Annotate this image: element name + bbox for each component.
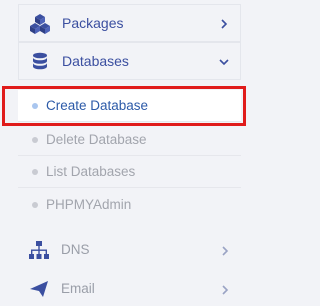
sidebar-item-databases[interactable]: Databases: [18, 42, 241, 80]
chevron-down-icon: [218, 55, 230, 67]
bullet-icon: [32, 137, 38, 143]
sidebar-item-label: DNS: [61, 242, 90, 257]
submenu-item-label: PHPMYAdmin: [46, 197, 132, 212]
submenu-item-phpmyadmin[interactable]: PHPMYAdmin: [18, 189, 241, 221]
submenu-item-label: Delete Database: [46, 132, 147, 147]
chevron-right-icon: [219, 244, 231, 256]
cubes-icon: [29, 13, 51, 35]
sidebar-item-packages[interactable]: Packages: [18, 4, 241, 42]
submenu-item-list-databases[interactable]: List Databases: [18, 156, 241, 188]
sidebar-item-label: Email: [61, 281, 95, 296]
paper-plane-icon: [28, 278, 50, 300]
sidebar-item-email[interactable]: Email: [18, 272, 241, 306]
sitemap-icon: [28, 239, 50, 261]
sidebar-item-label: Packages: [62, 15, 124, 31]
sidebar-item-dns[interactable]: DNS: [18, 233, 241, 267]
chevron-right-icon: [219, 283, 231, 295]
submenu-item-label: Create Database: [46, 98, 149, 113]
bullet-icon: [32, 103, 38, 109]
bullet-icon: [32, 169, 38, 175]
bullet-icon: [32, 202, 38, 208]
submenu-item-label: List Databases: [46, 164, 136, 179]
database-icon: [29, 51, 51, 73]
submenu-item-create-database[interactable]: Create Database: [18, 90, 241, 122]
submenu-item-delete-database[interactable]: Delete Database: [18, 124, 241, 156]
chevron-right-icon: [218, 17, 230, 29]
sidebar-item-label: Databases: [62, 53, 129, 69]
